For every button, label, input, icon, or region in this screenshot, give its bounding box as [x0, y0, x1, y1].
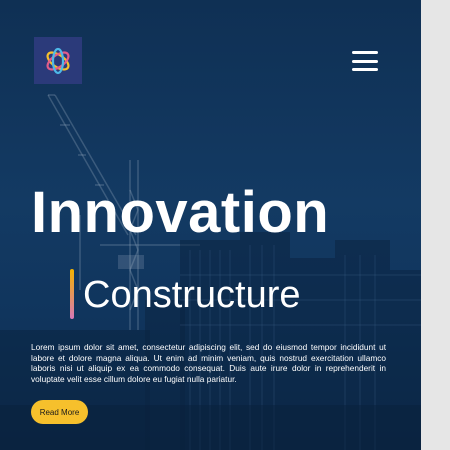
hero-description: Lorem ipsum dolor sit amet, consectetur … — [31, 342, 386, 384]
atom-logo-icon — [46, 47, 70, 74]
hero-subtitle: Constructure — [83, 274, 301, 316]
hero-title: Innovation — [31, 180, 330, 245]
logo[interactable] — [34, 37, 82, 84]
hero-section: Innovation Constructure Lorem ipsum dolo… — [0, 0, 421, 450]
menu-line — [352, 51, 378, 54]
menu-line — [352, 68, 378, 71]
hamburger-menu-icon[interactable] — [352, 49, 378, 73]
read-more-button[interactable]: Read More — [31, 400, 88, 424]
accent-bar — [70, 269, 74, 319]
menu-line — [352, 59, 378, 63]
scrollbar-track[interactable] — [421, 0, 450, 450]
